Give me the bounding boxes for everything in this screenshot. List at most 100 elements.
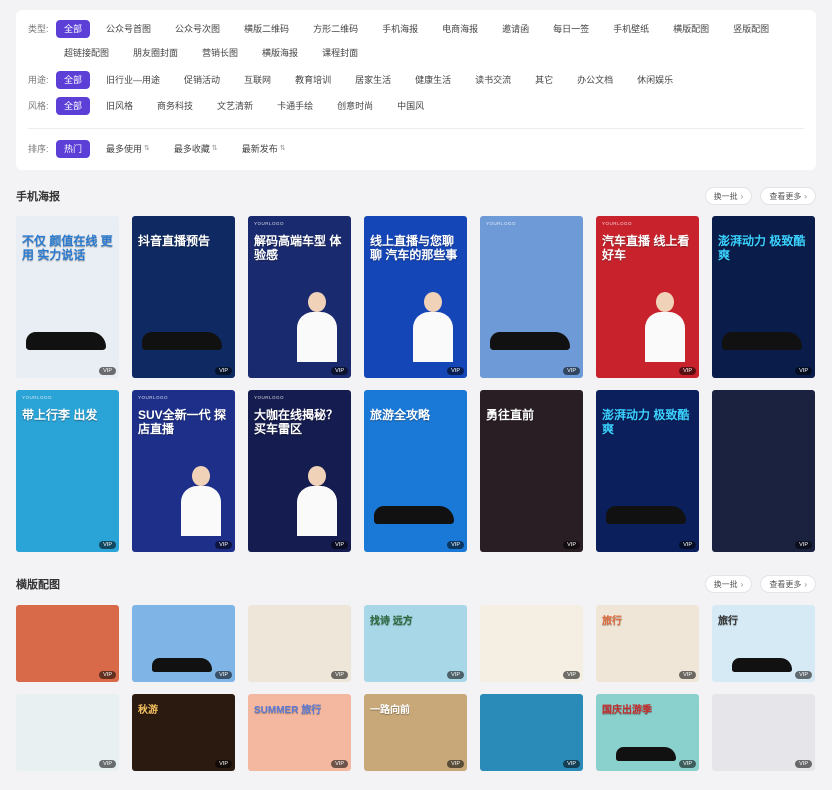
chevron-right-icon: › [740,191,744,201]
template-card[interactable]: VIP [132,605,235,682]
template-card[interactable]: 秋游 VIP [132,694,235,771]
template-card[interactable]: 旅行 VIP [712,605,815,682]
template-card[interactable]: YOURLOGO SUV全新一代 探店直播 VIP [132,390,235,552]
card-headline: 勇往直前 [486,408,535,422]
filter-option-usage[interactable]: 旧行业—用途 [98,71,168,89]
filter-items-type: 全部 公众号首图 公众号次图 横版二维码 方形二维码 手机海报 电商海报 邀请函 每日一签 手机壁… [56,20,796,62]
template-card[interactable]: YOURLOGO VIP [480,216,583,378]
car-image [152,658,212,672]
chevron-right-icon: › [740,579,744,589]
refresh-button[interactable]: 换一批 › [704,187,753,205]
template-card[interactable]: YOURLOGO 带上行李 出发 VIP [16,390,119,552]
template-card[interactable]: 抖音直播预告 VIP [132,216,235,378]
vip-badge: VIP [447,541,464,549]
filter-option-usage[interactable]: 办公文档 [569,71,621,89]
filter-option-type[interactable]: 超链接配图 [56,44,117,62]
person-image [297,292,337,362]
filter-option-type[interactable]: 方形二维码 [305,20,366,38]
vip-badge: VIP [447,671,464,679]
card-logo: YOURLOGO [602,221,633,226]
template-card[interactable]: SUMMER 旅行 VIP [248,694,351,771]
filter-option-type[interactable]: 横版配图 [665,20,717,38]
template-card[interactable]: 不仅 颜值在线 更用 实力说话 VIP [16,216,119,378]
template-card[interactable]: VIP [480,605,583,682]
template-card[interactable]: VIP [248,605,351,682]
filter-option-type[interactable]: 每日一签 [545,20,597,38]
card-headline: 抖音直播预告 [138,234,211,248]
template-card[interactable]: 一路向前 VIP [364,694,467,771]
filter-label-usage: 用途: [28,75,49,85]
filter-option-style[interactable]: 文艺清新 [209,97,261,115]
filter-option-type[interactable]: 手机海报 [374,20,426,38]
vip-badge: VIP [679,671,696,679]
card-logo: YOURLOGO [486,221,517,226]
template-card[interactable]: 线上直播与您聊聊 汽车的那些事 VIP [364,216,467,378]
filter-option-style[interactable]: 创意时尚 [329,97,381,115]
filter-option-sort[interactable]: 最新发布 ⇅ [234,140,294,158]
template-card[interactable]: 澎湃动力 极致酷爽 VIP [596,390,699,552]
template-card[interactable]: 国庆出游季 VIP [596,694,699,771]
vip-badge: VIP [795,760,812,768]
filter-option-usage[interactable]: 休闲娱乐 [629,71,681,89]
filter-option-sort[interactable]: 最多收藏 ⇅ [166,140,226,158]
person-image [413,292,453,362]
car-image [142,332,222,350]
template-card[interactable]: 旅行 VIP [596,605,699,682]
card-headline: 线上直播与您聊聊 汽车的那些事 [370,234,458,262]
vip-badge: VIP [679,367,696,375]
section-actions: 换一批 › 查看更多 › [704,575,816,593]
filter-option-usage[interactable]: 促销活动 [176,71,228,89]
filter-option-type[interactable]: 公众号次图 [167,20,228,38]
filter-option-style[interactable]: 全部 [56,97,91,115]
filter-option-type[interactable]: 朋友圈封面 [125,44,186,62]
filter-row-usage: 用途: 全部 旧行业—用途 促销活动 互联网 教育培训 居家生活 健康生活 读书交流 其它 办公文… [16,71,796,89]
filter-row-sort: 排序: 热门 最多使用 ⇅ 最多收藏 ⇅ 最新发布 ⇅ [16,140,796,158]
template-card[interactable]: VIP [480,694,583,771]
filter-option-type[interactable]: 营销长图 [194,44,246,62]
filter-option-usage[interactable]: 全部 [56,71,91,89]
filter-option-type[interactable]: 课程封面 [314,44,366,62]
template-card[interactable]: VIP [16,605,119,682]
person-image [297,466,337,536]
filter-option-sort[interactable]: 热门 [56,140,91,158]
filter-option-type[interactable]: 横版海报 [254,44,306,62]
person-head [656,292,674,312]
template-card[interactable]: YOURLOGO 汽车直播 线上看好车 VIP [596,216,699,378]
view-more-button[interactable]: 查看更多 › [760,575,816,593]
person-body [645,312,685,362]
template-card[interactable]: 找诗 远方 VIP [364,605,467,682]
template-card[interactable]: YOURLOGO 解码高端车型 体验感 VIP [248,216,351,378]
filter-option-usage[interactable]: 居家生活 [347,71,399,89]
view-more-button[interactable]: 查看更多 › [760,187,816,205]
filter-option-type[interactable]: 竖版配图 [725,20,777,38]
person-head [308,466,326,486]
template-card[interactable]: YOURLOGO 大咖在线揭秘？ 买车雷区 VIP [248,390,351,552]
car-image [374,506,454,524]
filter-option-style[interactable]: 中国风 [389,97,432,115]
filter-option-usage[interactable]: 读书交流 [467,71,519,89]
filter-option-type[interactable]: 公众号首图 [98,20,159,38]
filter-option-sort[interactable]: 最多使用 ⇅ [98,140,158,158]
card-headline: 找诗 远方 [370,616,413,627]
filter-divider [28,128,804,129]
template-card[interactable]: 旅游全攻略 VIP [364,390,467,552]
view-more-label: 查看更多 [769,191,802,201]
filter-option-usage[interactable]: 其它 [527,71,561,89]
template-card[interactable]: 澎湃动力 极致酷爽 VIP [712,216,815,378]
filter-option-usage[interactable]: 健康生活 [407,71,459,89]
filter-option-type[interactable]: 电商海报 [434,20,486,38]
template-card[interactable]: VIP [712,694,815,771]
filter-option-usage[interactable]: 互联网 [236,71,279,89]
filter-option-style[interactable]: 旧风格 [98,97,141,115]
template-card[interactable]: VIP [16,694,119,771]
template-card[interactable]: 勇往直前 VIP [480,390,583,552]
filter-option-usage[interactable]: 教育培训 [287,71,339,89]
template-card[interactable]: VIP [712,390,815,552]
filter-option-style[interactable]: 商务科技 [149,97,201,115]
filter-option-type[interactable]: 全部 [56,20,91,38]
filter-option-type[interactable]: 横版二维码 [236,20,297,38]
filter-option-type[interactable]: 手机壁纸 [605,20,657,38]
filter-option-style[interactable]: 卡通手绘 [269,97,321,115]
refresh-button[interactable]: 换一批 › [704,575,753,593]
filter-option-type[interactable]: 邀请函 [494,20,537,38]
